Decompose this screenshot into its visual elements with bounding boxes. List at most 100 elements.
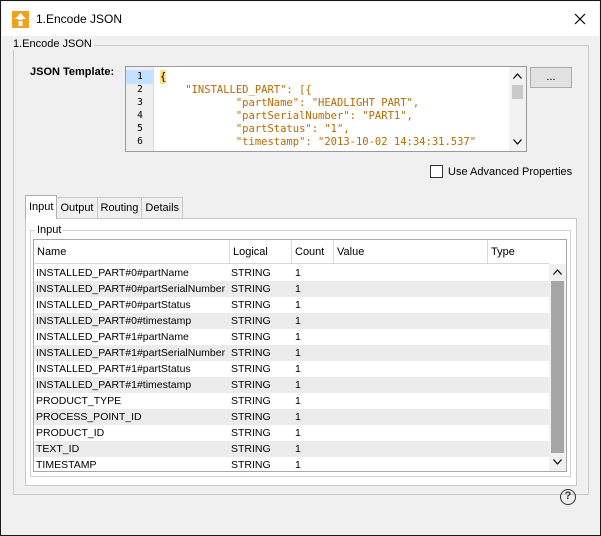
table-cell-value bbox=[337, 457, 489, 471]
close-button[interactable] bbox=[567, 6, 593, 32]
table-row[interactable]: PRODUCT_TYPE STRING 1 bbox=[34, 393, 550, 409]
tab-routing[interactable]: Routing bbox=[96, 197, 143, 219]
table-row[interactable]: INSTALLED_PART#0#timestamp STRING 1 bbox=[34, 313, 550, 329]
table-row[interactable]: INSTALLED_PART#1#timestamp STRING 1 bbox=[34, 377, 550, 393]
table-row[interactable]: PROCESS_POINT_ID STRING 1 bbox=[34, 409, 550, 425]
table-cell-name: PROCESS_POINT_ID bbox=[36, 411, 142, 423]
input-table: Name Logical Count Value Type INSTALLED_… bbox=[33, 239, 567, 472]
scroll-down-icon[interactable] bbox=[509, 135, 526, 149]
line-number: 1 bbox=[126, 70, 154, 84]
table-cell-logical: STRING bbox=[231, 363, 271, 375]
table-cell-logical: STRING bbox=[231, 331, 271, 343]
help-icon[interactable]: ? bbox=[560, 489, 576, 505]
table-cell-logical: STRING bbox=[231, 315, 271, 327]
table-cell-count: 1 bbox=[295, 395, 301, 407]
table-row[interactable]: INSTALLED_PART#1#partSerialNumber STRING 1 bbox=[34, 345, 550, 361]
tab-output[interactable]: Output bbox=[56, 197, 98, 219]
editor-scrollbar[interactable] bbox=[509, 67, 526, 151]
scroll-up-icon[interactable] bbox=[549, 264, 566, 280]
tab-details[interactable]: Details bbox=[141, 197, 184, 219]
table-cell-name: INSTALLED_PART#0#timestamp bbox=[36, 315, 192, 327]
table-cell-count: 1 bbox=[295, 315, 301, 327]
table-cell-logical: STRING bbox=[231, 379, 271, 391]
table-cell-count: 1 bbox=[295, 267, 301, 279]
table-cell-count: 1 bbox=[295, 379, 301, 391]
column-header-type[interactable]: Type bbox=[488, 240, 550, 264]
group-label: 1.Encode JSON bbox=[11, 38, 94, 50]
advanced-label: Use Advanced Properties bbox=[448, 165, 573, 178]
table-cell-count: 1 bbox=[295, 459, 301, 471]
table-cell-name: INSTALLED_PART#1#partSerialNumber bbox=[36, 347, 226, 359]
table-cell-name: INSTALLED_PART#0#partStatus bbox=[36, 299, 191, 311]
tab-bar: Input Output Routing Details bbox=[25, 195, 184, 219]
code-line: "partSerialNumber": "PART1", bbox=[160, 110, 413, 122]
table-cell-value bbox=[337, 393, 489, 409]
table-cell-value bbox=[337, 361, 489, 377]
line-number: 3 bbox=[137, 97, 143, 108]
table-cell-logical: STRING bbox=[231, 459, 271, 471]
scroll-up-icon[interactable] bbox=[509, 69, 526, 83]
table-cell-logical: STRING bbox=[231, 299, 271, 311]
table-cell-logical: STRING bbox=[231, 267, 271, 279]
browse-button[interactable]: ... bbox=[530, 67, 572, 88]
table-row[interactable]: INSTALLED_PART#1#partName STRING 1 bbox=[34, 329, 550, 345]
table-cell-name: INSTALLED_PART#1#partName bbox=[36, 331, 189, 343]
table-cell-type bbox=[491, 441, 549, 457]
line-number: 6 bbox=[137, 136, 143, 147]
table-cell-type bbox=[491, 313, 549, 329]
column-header-value[interactable]: Value bbox=[334, 240, 488, 264]
table-cell-name: PRODUCT_TYPE bbox=[36, 395, 122, 407]
table-scrollbar[interactable] bbox=[549, 264, 566, 471]
table-row[interactable]: TIMESTAMP STRING 1 bbox=[34, 457, 550, 471]
column-header-name[interactable]: Name bbox=[34, 240, 230, 264]
dialog-window: 1.Encode JSON 1.Encode JSON JSON Templat… bbox=[0, 0, 601, 536]
line-number: 5 bbox=[137, 123, 143, 134]
json-template-editor[interactable]: 1 2 3 4 5 6 { "INSTALLED_PART": [{ "part… bbox=[125, 66, 527, 152]
code-line: "INSTALLED_PART": [{ bbox=[160, 84, 312, 96]
table-row[interactable]: TEXT_ID STRING 1 bbox=[34, 441, 550, 457]
line-number-gutter: 1 2 3 4 5 6 bbox=[126, 67, 154, 151]
table-cell-value bbox=[337, 345, 489, 361]
scroll-down-icon[interactable] bbox=[549, 454, 566, 470]
table-cell-value bbox=[337, 329, 489, 345]
scroll-thumb[interactable] bbox=[551, 281, 564, 453]
tab-input[interactable]: Input bbox=[25, 195, 58, 219]
table-cell-type bbox=[491, 281, 549, 297]
input-group-label: Input bbox=[35, 224, 64, 236]
code-line: { bbox=[160, 70, 167, 84]
table-cell-type bbox=[491, 377, 549, 393]
table-row[interactable]: INSTALLED_PART#0#partSerialNumber STRING 1 bbox=[34, 281, 550, 297]
column-header-logical[interactable]: Logical bbox=[230, 240, 292, 264]
scroll-thumb[interactable] bbox=[512, 85, 523, 99]
table-cell-type bbox=[491, 425, 549, 441]
header-corner bbox=[549, 240, 566, 264]
table-cell-type bbox=[491, 297, 549, 313]
table-cell-name: PRODUCT_ID bbox=[36, 427, 105, 439]
table-cell-logical: STRING bbox=[231, 347, 271, 359]
table-cell-value bbox=[337, 265, 489, 281]
table-header: Name Logical Count Value Type bbox=[34, 240, 550, 264]
table-row[interactable]: INSTALLED_PART#1#partStatus STRING 1 bbox=[34, 361, 550, 377]
table-cell-type bbox=[491, 409, 549, 425]
table-cell-type bbox=[491, 265, 549, 281]
table-cell-count: 1 bbox=[295, 283, 301, 295]
table-cell-name: INSTALLED_PART#0#partSerialNumber bbox=[36, 283, 226, 295]
window-title: 1.Encode JSON bbox=[36, 12, 123, 26]
use-advanced-properties[interactable]: Use Advanced Properties bbox=[430, 165, 572, 178]
line-number: 4 bbox=[137, 110, 143, 121]
table-row[interactable]: INSTALLED_PART#0#partStatus STRING 1 bbox=[34, 297, 550, 313]
code-line: "partName": "HEADLIGHT PART", bbox=[160, 97, 420, 109]
title-bar[interactable]: 1.Encode JSON bbox=[2, 2, 599, 36]
table-cell-count: 1 bbox=[295, 427, 301, 439]
table-cell-logical: STRING bbox=[231, 395, 271, 407]
table-cell-type bbox=[491, 393, 549, 409]
json-template-label: JSON Template: bbox=[30, 66, 115, 78]
table-row[interactable]: PRODUCT_ID STRING 1 bbox=[34, 425, 550, 441]
table-cell-value bbox=[337, 377, 489, 393]
advanced-checkbox[interactable] bbox=[430, 165, 443, 178]
column-header-count[interactable]: Count bbox=[292, 240, 334, 264]
table-cell-value bbox=[337, 281, 489, 297]
table-row[interactable]: INSTALLED_PART#0#partName STRING 1 bbox=[34, 265, 550, 281]
table-cell-type bbox=[491, 361, 549, 377]
close-icon bbox=[574, 13, 586, 25]
